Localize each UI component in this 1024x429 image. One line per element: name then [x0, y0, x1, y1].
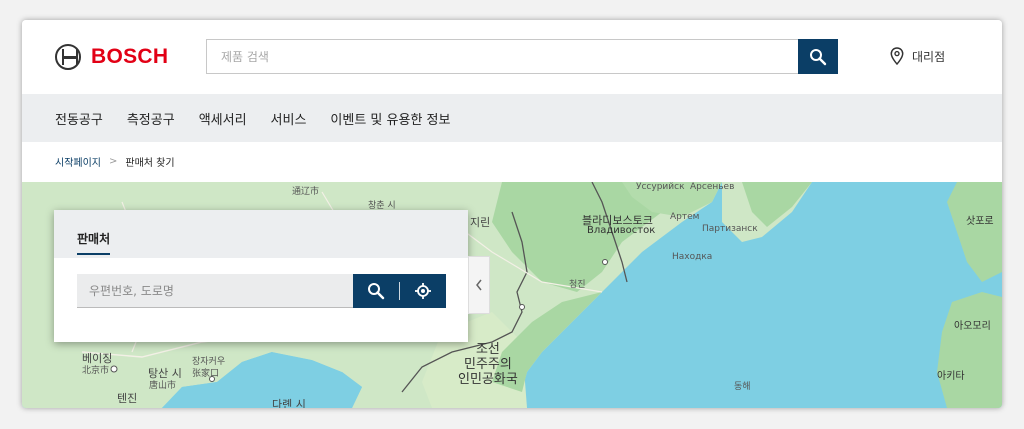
bosch-armature-icon: [55, 44, 81, 70]
product-search-button[interactable]: [798, 39, 838, 74]
breadcrumb: 시작페이지 > 판매처 찾기: [55, 154, 175, 169]
button-divider: [399, 282, 400, 300]
tab-dealers[interactable]: 판매처: [77, 230, 111, 255]
dealer-link[interactable]: 대리점: [890, 47, 945, 65]
dealer-search-panel: 판매처: [54, 210, 468, 342]
browser-frame: BOSCH 대리점 전동공구 측정공구 액세서리 서비스 이벤트 및 유용한 정…: [22, 20, 1002, 408]
dealer-search-button[interactable]: [353, 274, 399, 308]
postal-code-input[interactable]: [77, 274, 353, 307]
locate-me-button[interactable]: [400, 274, 446, 308]
crosshair-locate-icon: [415, 283, 431, 299]
nav-item-service[interactable]: 서비스: [271, 109, 307, 128]
search-icon: [368, 283, 385, 300]
nav-item-accessories[interactable]: 액세서리: [199, 109, 247, 128]
chevron-left-icon: [476, 279, 482, 291]
breadcrumb-separator: >: [109, 156, 118, 167]
breadcrumb-current: 판매처 찾기: [125, 158, 175, 169]
dealer-label: 대리점: [912, 49, 946, 64]
site-header: BOSCH 대리점: [22, 20, 1002, 94]
breadcrumb-home[interactable]: 시작페이지: [55, 154, 101, 169]
location-pin-icon: [890, 47, 904, 65]
product-search: [206, 39, 838, 74]
nav-item-power-tools[interactable]: 전동공구: [55, 109, 103, 128]
panel-action-buttons: [353, 274, 446, 308]
nav-item-measuring-tools[interactable]: 측정공구: [127, 109, 175, 128]
bosch-logo[interactable]: BOSCH: [55, 44, 168, 70]
product-search-input[interactable]: [207, 40, 797, 73]
nav-item-events[interactable]: 이벤트 및 유용한 정보: [330, 109, 450, 128]
panel-tab-bar: 판매처: [54, 210, 468, 258]
panel-collapse-toggle[interactable]: [468, 256, 490, 314]
main-nav: 전동공구 측정공구 액세서리 서비스 이벤트 및 유용한 정보: [22, 94, 1002, 142]
search-icon: [810, 48, 827, 65]
location-search: [77, 274, 353, 308]
logo-text: BOSCH: [91, 45, 169, 68]
